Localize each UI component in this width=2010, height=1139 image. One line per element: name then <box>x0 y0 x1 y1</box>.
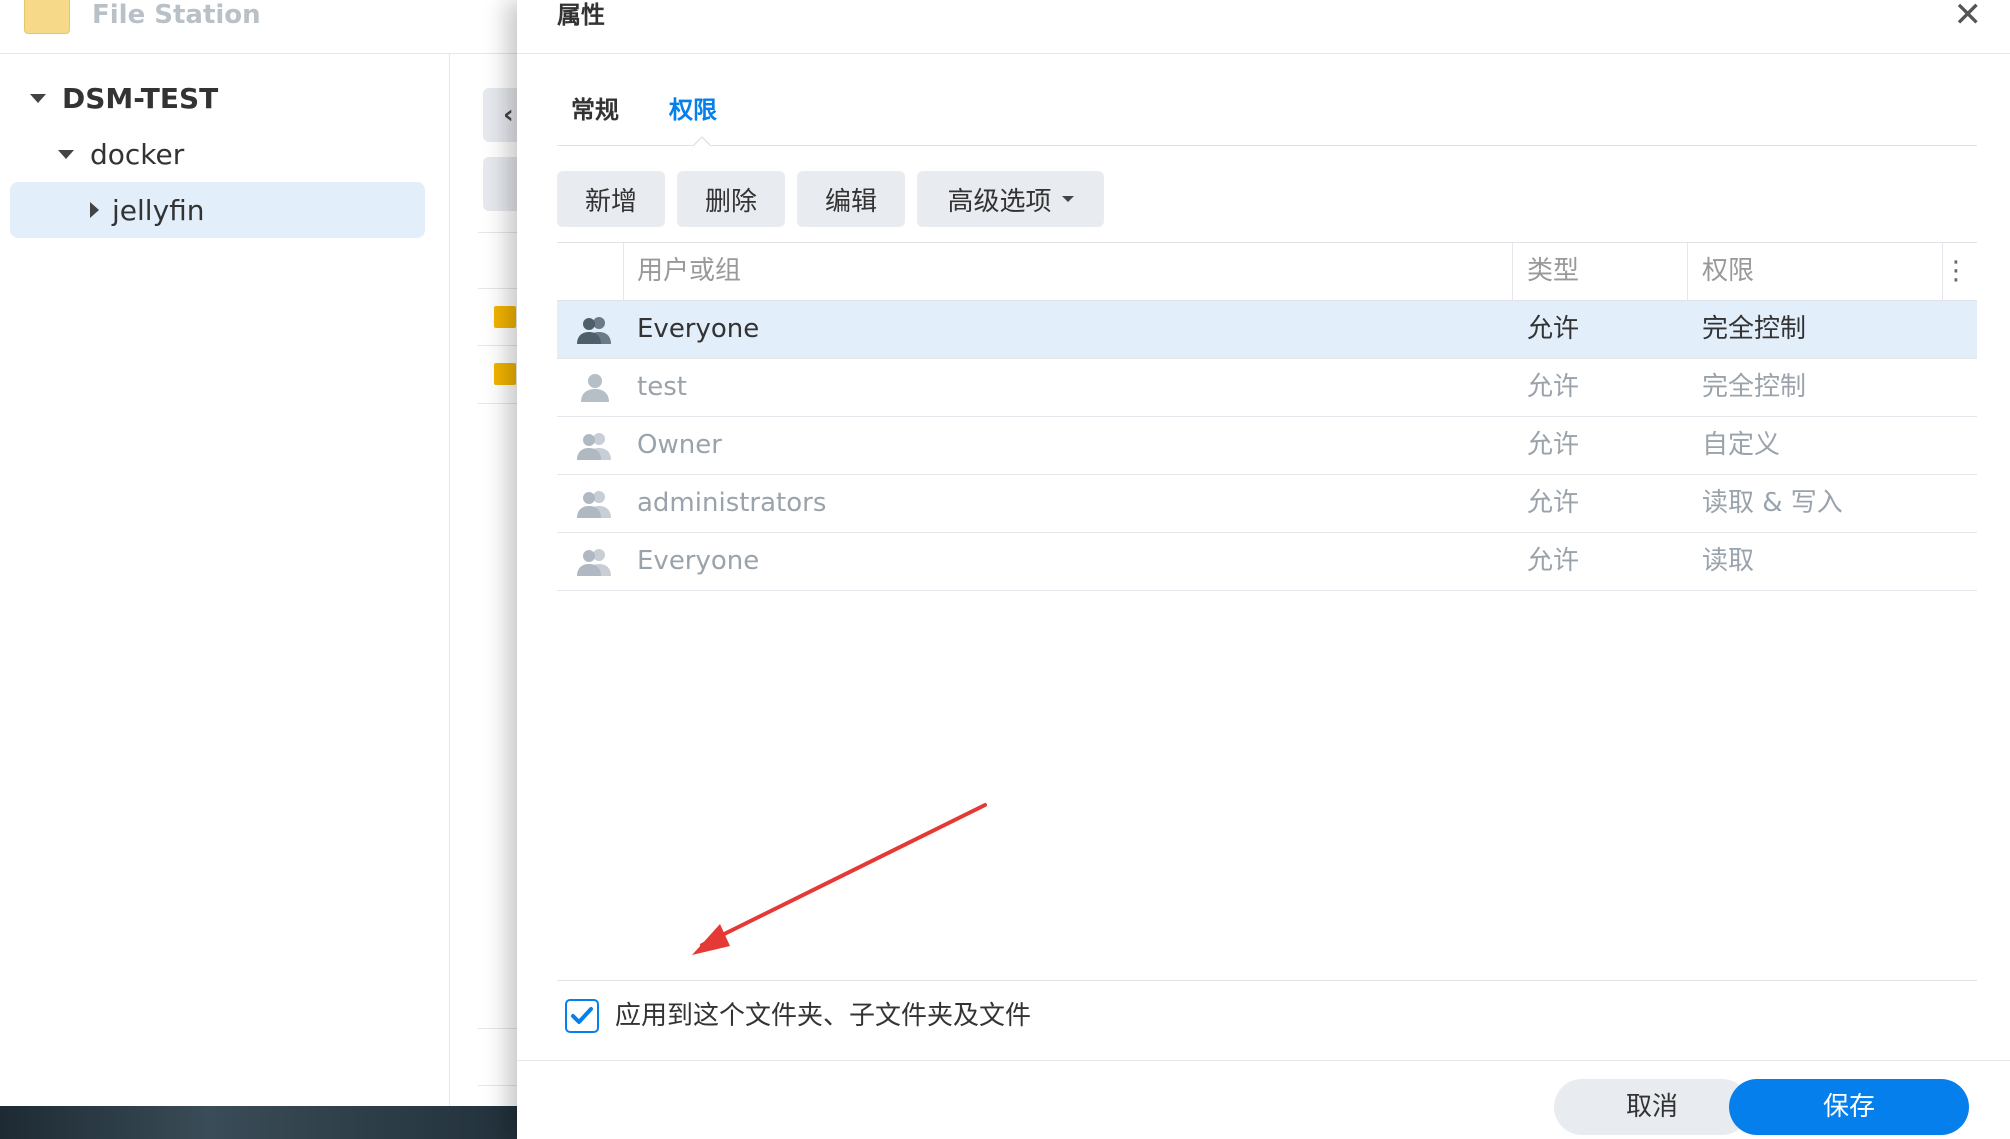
folder-icon[interactable] <box>494 306 516 328</box>
column-header-permission[interactable]: 权限 <box>1702 243 1754 300</box>
chevron-right-icon[interactable] <box>90 202 99 218</box>
checkmark-icon <box>571 1007 593 1024</box>
file-station-header: File Station <box>0 0 520 54</box>
table-row[interactable]: test 允许 完全控制 <box>557 359 1977 417</box>
permission-table: 用户或组 类型 权限 ⋮ Everyone 允许 完全控制 test 允许 完全… <box>557 242 1977 591</box>
tree-item-jellyfin[interactable]: jellyfin <box>10 182 425 238</box>
divider <box>517 53 2010 54</box>
rule-type: 允许 <box>1527 546 1580 576</box>
rule-permission: 读取 & 写入 <box>1702 488 1843 518</box>
tree-item-label: DSM-TEST <box>62 82 219 115</box>
properties-dialog: 属性 ✕ 常规 权限 新增 删除 编辑 高级选项 用户或组 类型 权限 ⋮ Ev… <box>517 0 2010 1139</box>
dropdown-caret-icon <box>1061 196 1074 202</box>
cancel-button[interactable]: 取消 <box>1554 1079 1750 1135</box>
rule-permission: 读取 <box>1702 546 1755 576</box>
tab-general[interactable]: 常规 <box>571 88 619 132</box>
advanced-options-button[interactable]: 高级选项 <box>917 171 1104 227</box>
chevron-left-icon: ‹ <box>503 100 514 130</box>
chevron-down-icon[interactable] <box>58 150 74 159</box>
table-row[interactable]: Owner 允许 自定义 <box>557 417 1977 475</box>
table-row[interactable]: Everyone 允许 完全控制 <box>557 301 1977 359</box>
rule-type: 允许 <box>1527 372 1580 402</box>
divider <box>517 1060 2010 1061</box>
app-title: File Station <box>92 0 261 30</box>
file-list-pane <box>451 54 521 1106</box>
delete-button[interactable]: 删除 <box>677 171 785 227</box>
tab-permissions[interactable]: 权限 <box>669 88 717 132</box>
tree-item-label: jellyfin <box>112 193 205 227</box>
chevron-down-icon[interactable] <box>30 94 46 103</box>
rule-permission: 完全控制 <box>1702 314 1807 344</box>
column-divider <box>623 243 624 300</box>
folder-tree: DSM-TEST docker jellyfin <box>0 54 450 1106</box>
group-icon <box>577 491 611 518</box>
column-menu-icon[interactable]: ⋮ <box>1943 243 1969 300</box>
save-button[interactable]: 保存 <box>1729 1079 1969 1135</box>
tree-item-docker[interactable]: docker <box>58 138 184 171</box>
desktop-wallpaper <box>0 1106 520 1139</box>
active-tab-indicator <box>692 136 712 147</box>
edit-button[interactable]: 编辑 <box>797 171 905 227</box>
column-header-type[interactable]: 类型 <box>1527 243 1579 300</box>
tree-item-label: docker <box>90 138 185 171</box>
user-name: administrators <box>637 488 827 518</box>
user-name: Everyone <box>637 314 760 344</box>
rule-type: 允许 <box>1527 430 1580 460</box>
user-name: Owner <box>637 430 722 460</box>
column-divider <box>1512 243 1513 300</box>
table-header: 用户或组 类型 权限 ⋮ <box>557 242 1977 301</box>
column-divider <box>1687 243 1688 300</box>
user-icon <box>581 374 609 402</box>
user-name: test <box>637 372 687 402</box>
group-icon <box>577 549 611 576</box>
dialog-title: 属性 <box>557 1 605 29</box>
user-name: Everyone <box>637 546 760 576</box>
close-icon[interactable]: ✕ <box>1954 0 1983 32</box>
rule-type: 允许 <box>1527 314 1580 344</box>
group-icon <box>577 317 611 344</box>
add-button[interactable]: 新增 <box>557 171 665 227</box>
advanced-options-label: 高级选项 <box>947 186 1052 217</box>
rule-permission: 自定义 <box>1702 430 1781 460</box>
folder-app-icon <box>24 0 70 34</box>
tab-bar: 常规 权限 <box>557 88 1977 147</box>
column-header-user[interactable]: 用户或组 <box>637 243 741 300</box>
folder-icon[interactable] <box>494 363 516 385</box>
table-row[interactable]: Everyone 允许 读取 <box>557 533 1977 591</box>
rule-permission: 完全控制 <box>1702 372 1807 402</box>
table-row[interactable]: administrators 允许 读取 & 写入 <box>557 475 1977 533</box>
rule-type: 允许 <box>1527 488 1580 518</box>
group-icon <box>577 433 611 460</box>
tree-item-root[interactable]: DSM-TEST <box>30 82 218 115</box>
permission-toolbar: 新增 删除 编辑 高级选项 <box>557 171 1104 227</box>
apply-to-children-checkbox[interactable] <box>565 999 599 1033</box>
apply-to-children-label[interactable]: 应用到这个文件夹、子文件夹及文件 <box>615 993 1031 1039</box>
apply-to-children-row: 应用到这个文件夹、子文件夹及文件 <box>557 980 1977 1060</box>
